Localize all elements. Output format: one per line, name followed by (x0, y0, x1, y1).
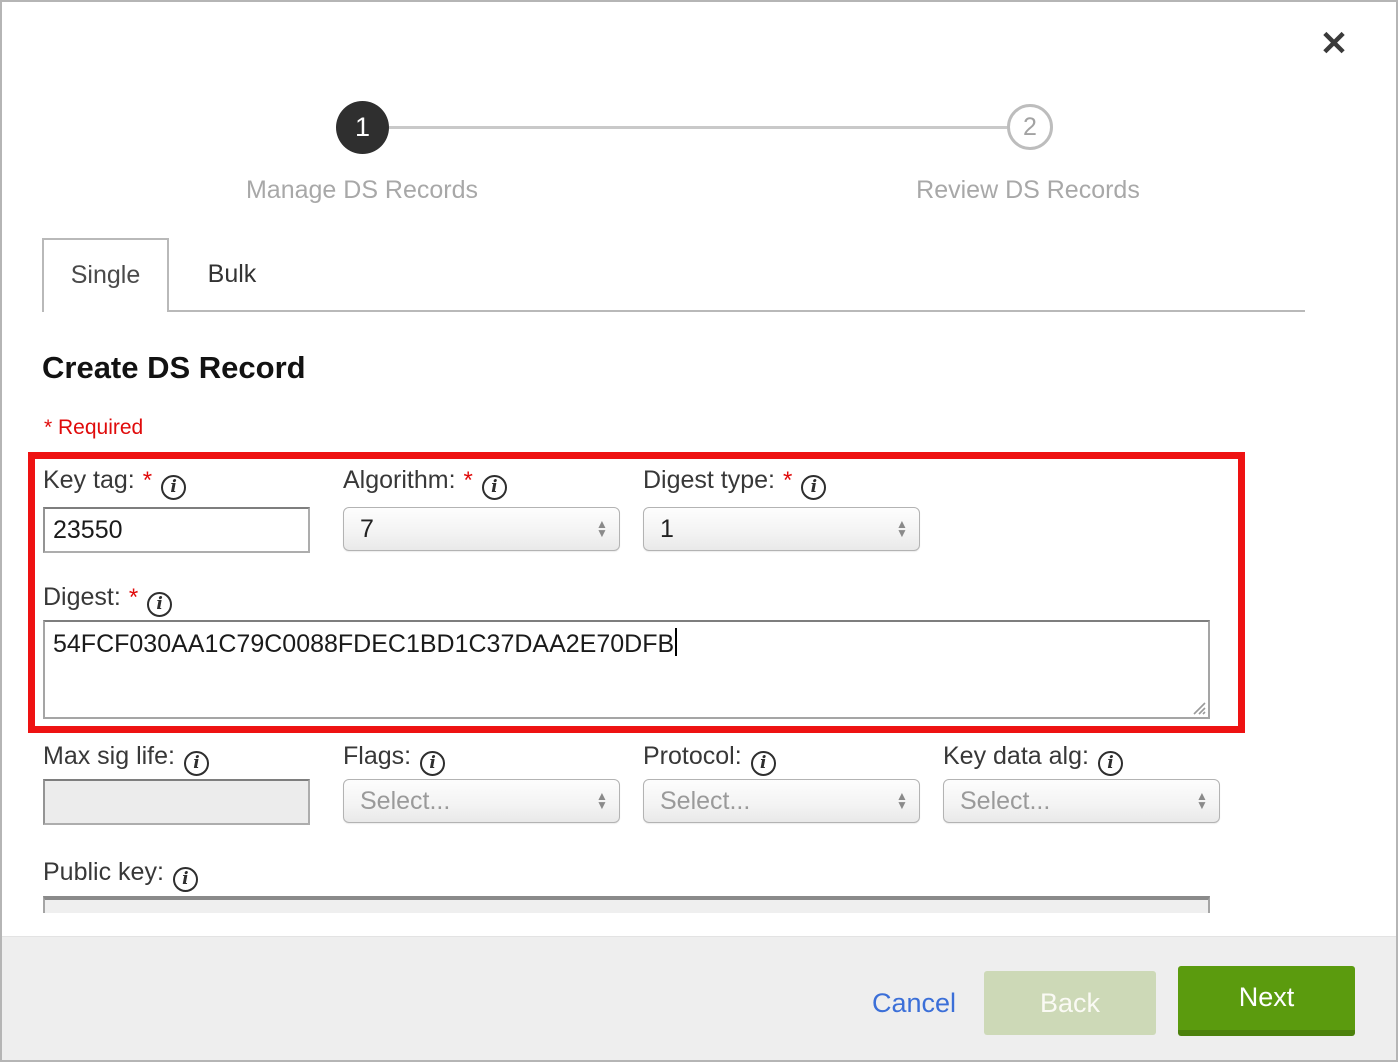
step-1-circle: 1 (336, 101, 389, 154)
step-1-label: Manage DS Records (202, 176, 522, 205)
required-star: * (129, 584, 138, 611)
step-2-label: Review DS Records (868, 176, 1188, 205)
required-note: * Required (44, 416, 143, 440)
resize-grip-icon[interactable] (1191, 700, 1206, 715)
flags-select[interactable]: Select... ▲ ▼ (343, 779, 620, 823)
required-star: * (783, 467, 792, 494)
key-data-alg-select-value: Select... (944, 787, 1185, 816)
stepper-connector (389, 126, 1007, 129)
key-tag-label: Key tag: * i (43, 466, 186, 500)
arrow-down-icon: ▼ (596, 529, 608, 538)
step-2-circle: 2 (1007, 104, 1053, 150)
public-key-textarea[interactable] (43, 896, 1210, 913)
algorithm-select-value: 7 (344, 515, 585, 544)
key-data-alg-label-text: Key data alg: (943, 742, 1089, 770)
info-icon[interactable]: i (1098, 751, 1123, 776)
flags-label-text: Flags: (343, 742, 411, 770)
arrow-down-icon: ▼ (1196, 801, 1208, 810)
protocol-select-value: Select... (644, 787, 885, 816)
protocol-label-text: Protocol: (643, 742, 742, 770)
digest-type-select-value: 1 (644, 515, 885, 544)
protocol-select[interactable]: Select... ▲ ▼ (643, 779, 920, 823)
key-data-alg-label: Key data alg: i (943, 742, 1123, 776)
public-key-label: Public key: i (43, 858, 198, 892)
text-cursor (675, 628, 677, 656)
select-spinner-icon: ▲ ▼ (585, 792, 619, 810)
close-icon[interactable]: ✕ (1312, 22, 1356, 66)
select-spinner-icon: ▲ ▼ (885, 792, 919, 810)
cancel-button[interactable]: Cancel (872, 988, 956, 1019)
digest-type-select[interactable]: 1 ▲ ▼ (643, 507, 920, 551)
info-icon[interactable]: i (420, 751, 445, 776)
info-icon[interactable]: i (751, 751, 776, 776)
algorithm-label: Algorithm: * i (343, 466, 507, 500)
required-star: * (143, 467, 152, 494)
max-sig-life-label: Max sig life: i (43, 742, 209, 776)
digest-label: Digest: * i (43, 583, 172, 617)
protocol-label: Protocol: i (643, 742, 776, 776)
arrow-down-icon: ▼ (896, 801, 908, 810)
back-button[interactable]: Back (984, 971, 1156, 1035)
tab-bulk[interactable]: Bulk (169, 240, 295, 310)
info-icon[interactable]: i (801, 475, 826, 500)
arrow-down-icon: ▼ (896, 529, 908, 538)
tab-single[interactable]: Single (42, 238, 169, 312)
digest-type-label-text: Digest type: (643, 466, 775, 494)
key-tag-input[interactable] (43, 507, 310, 553)
public-key-label-text: Public key: (43, 858, 164, 886)
digest-label-text: Digest: (43, 583, 121, 611)
info-icon[interactable]: i (147, 592, 172, 617)
flags-label: Flags: i (343, 742, 445, 776)
algorithm-select[interactable]: 7 ▲ ▼ (343, 507, 620, 551)
flags-select-value: Select... (344, 787, 585, 816)
next-button[interactable]: Next (1178, 966, 1355, 1036)
digest-textarea[interactable]: 54FCF030AA1C79C0088FDEC1BD1C37DAA2E70DFB (43, 620, 1210, 719)
info-icon[interactable]: i (482, 475, 507, 500)
select-spinner-icon: ▲ ▼ (585, 520, 619, 538)
select-spinner-icon: ▲ ▼ (885, 520, 919, 538)
max-sig-life-label-text: Max sig life: (43, 742, 175, 770)
info-icon[interactable]: i (184, 751, 209, 776)
digest-type-label: Digest type: * i (643, 466, 826, 500)
key-tag-label-text: Key tag: (43, 466, 135, 494)
key-data-alg-select[interactable]: Select... ▲ ▼ (943, 779, 1220, 823)
tab-bar-underline (169, 310, 1305, 312)
required-star: * (464, 467, 473, 494)
digest-value: 54FCF030AA1C79C0088FDEC1BD1C37DAA2E70DFB (53, 630, 674, 658)
page-title: Create DS Record (42, 350, 306, 386)
max-sig-life-input[interactable] (43, 779, 310, 825)
algorithm-label-text: Algorithm: (343, 466, 456, 494)
select-spinner-icon: ▲ ▼ (1185, 792, 1219, 810)
arrow-down-icon: ▼ (596, 801, 608, 810)
info-icon[interactable]: i (161, 475, 186, 500)
info-icon[interactable]: i (173, 867, 198, 892)
